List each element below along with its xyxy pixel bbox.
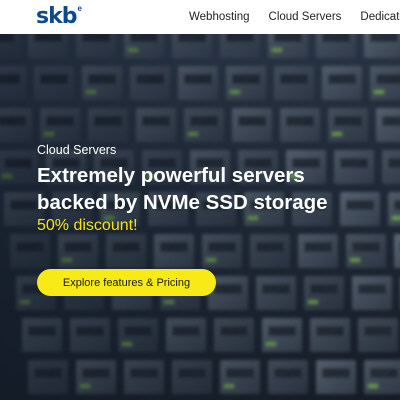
logo-text: skb <box>36 4 77 29</box>
logo[interactable]: skb e <box>36 4 82 30</box>
nav-item-dedicated[interactable]: Dedicated <box>360 11 400 23</box>
hero-title-line-2: backed by NVMe SSD storage <box>37 191 328 214</box>
site-header: skb e Webhosting Cloud Servers Dedicated <box>0 0 400 34</box>
nav-item-webhosting[interactable]: Webhosting <box>189 11 250 23</box>
main-nav: Webhosting Cloud Servers Dedicated <box>189 0 400 34</box>
hero-banner: Cloud Servers Extremely powerful servers… <box>0 34 400 400</box>
hero-title: Extremely powerful servers backed by NVM… <box>37 162 377 216</box>
hero-title-line-1: Extremely powerful servers <box>37 164 305 187</box>
hero-kicker: Cloud Servers <box>37 143 117 157</box>
explore-pricing-button[interactable]: Explore features & Pricing <box>37 269 216 296</box>
nav-item-cloud-servers[interactable]: Cloud Servers <box>269 11 342 23</box>
logo-superscript: e <box>77 4 82 13</box>
discount-text: 50% discount! <box>37 217 138 234</box>
